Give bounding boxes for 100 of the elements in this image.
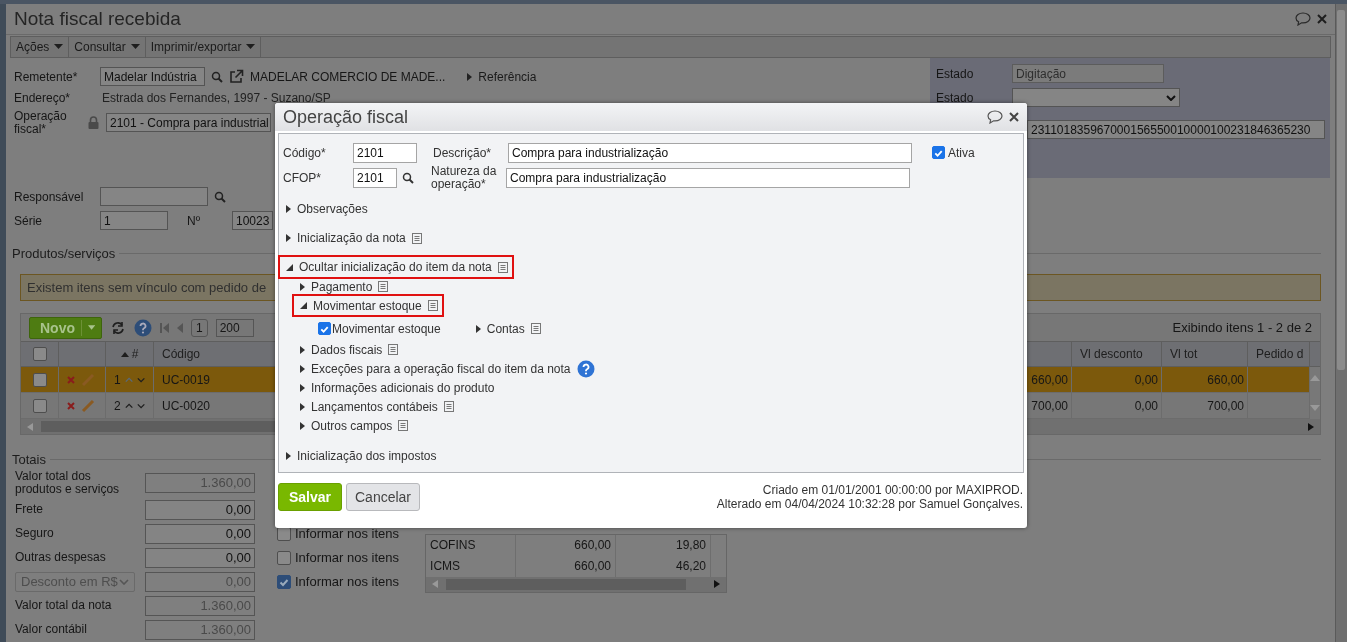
scroll-up-icon[interactable] [1310,375,1320,382]
section-toggle[interactable]: Contas [475,319,541,338]
access-key-field[interactable]: 231101835967000156550010000100231846365230 [1027,120,1325,140]
number-field[interactable]: 10023 [232,211,273,231]
search-icon[interactable] [402,171,414,184]
page-field[interactable]: 1 [191,318,208,337]
caret-right-icon [300,402,305,411]
sender-field[interactable]: Madelar Indústria [100,67,205,87]
field-label: Série [14,213,43,228]
field-label: Natureza da operação* [431,164,498,191]
field-label: Operação fiscal* [14,109,68,136]
column-header[interactable]: Pedido d [1248,341,1310,368]
section-toggle[interactable]: Inicialização dos impostos [286,446,437,466]
checkbox[interactable] [277,551,291,565]
chevron-up-icon[interactable] [124,402,133,409]
menu-button[interactable]: Consultar [69,37,146,57]
table-cell: 660,00 [516,535,617,556]
close-icon[interactable] [1317,14,1327,25]
series-field[interactable]: 1 [100,211,168,231]
field-label: Seguro [15,527,55,541]
scroll-left-icon[interactable] [27,422,33,431]
column-header[interactable]: Vl tot [1162,341,1248,368]
pagination-summary: Exibindo itens 1 - 2 de 2 [1172,320,1312,336]
field-label: Estado [936,66,975,81]
checkbox-label: Movimentar estoque [332,321,441,336]
column-header[interactable] [21,341,59,368]
operation-field[interactable]: 2101 - Compra para industrial [106,113,271,133]
section-toggle[interactable]: Movimentar estoque [294,296,442,315]
lock-icon [88,116,99,130]
description-field[interactable]: Compra para industrialização [508,142,912,163]
nature-field[interactable]: Compra para industrialização [506,167,910,188]
help-icon[interactable] [134,318,152,337]
column-title: # [131,347,139,362]
chat-icon[interactable] [987,110,1003,124]
field-label: Responsável [14,189,85,204]
responsible-field[interactable] [100,187,208,207]
state-select[interactable] [1012,88,1180,108]
checkbox[interactable] [277,575,291,589]
column-header[interactable]: # [106,341,154,368]
vertical-scrollbar[interactable] [1335,4,1347,642]
address-text: Estrada dos Fernandes, 1997 - Suzano/SP [102,90,331,105]
caret-icon [130,44,140,50]
state-field: Digitação [1012,64,1164,84]
row-number: 2 [114,398,121,413]
chevron-down-icon[interactable] [136,376,145,383]
chevron-down-icon[interactable] [136,402,145,409]
edit-icon[interactable] [81,398,95,413]
checkbox[interactable] [318,322,331,335]
scroll-right-icon[interactable] [1308,422,1314,431]
delete-icon[interactable] [67,401,75,410]
notes-icon [398,420,409,431]
column-header[interactable]: Vl desconto [1072,341,1162,368]
first-page-icon[interactable] [160,322,169,333]
caret-right-icon [300,345,305,354]
page-size-select[interactable]: 200 [215,318,254,337]
reference-toggle[interactable]: Referência [467,69,537,84]
section-toggle[interactable]: Observações [286,199,368,219]
external-link-icon[interactable] [229,69,244,85]
chevron-down-icon [119,579,129,585]
code-field[interactable]: 2101 [353,142,417,163]
delete-icon[interactable] [67,375,75,384]
menu-button[interactable]: Imprimir/exportar [145,37,262,57]
checkbox[interactable] [32,372,47,387]
amount-field[interactable]: 0,00 [145,500,255,520]
sender-name: MADELAR COMERCIO DE MADE... [250,69,446,84]
section-toggle[interactable]: Exceções para a operação fiscal do item da nota [300,359,595,378]
horizontal-scrollbar[interactable] [426,577,727,592]
caret-right-icon [300,282,305,291]
scroll-down-icon[interactable] [1310,405,1320,412]
section-toggle[interactable]: Inicialização da nota [286,228,422,248]
scroll-right-icon[interactable] [714,580,721,589]
section-toggle[interactable]: Ocultar inicialização do item da nota [280,257,512,277]
amount-field[interactable]: 0,00 [145,524,255,544]
field-label: Remetente* [14,69,79,84]
created-info: Criado em 01/01/2001 00:00:00 por MAXIPROD. [762,483,1023,497]
notes-icon [378,281,389,292]
cancel-button[interactable]: Cancelar [346,483,420,511]
scroll-left-icon[interactable] [432,580,439,589]
section-toggle[interactable]: Dados fiscais [300,340,399,359]
field-label: Valor total da nota [15,599,113,613]
menu-button[interactable]: Ações [11,37,70,57]
notes-icon [411,232,422,244]
table-cell[interactable] [21,367,59,394]
section-toggle[interactable]: Pagamento [300,277,389,296]
table-cell: 19,80 [616,535,712,556]
new-button[interactable]: Novo [29,316,102,339]
notes-icon [497,261,508,273]
checkbox[interactable] [932,146,945,159]
checkbox[interactable] [32,398,47,413]
chat-icon[interactable] [1295,12,1311,27]
section-toggle[interactable]: Lançamentos contábeis [300,397,454,416]
refresh-icon[interactable] [110,320,126,335]
previous-page-icon[interactable] [177,322,183,333]
close-icon[interactable] [1009,112,1019,122]
table-cell: 660,00 [1162,367,1248,394]
amount-field[interactable]: 0,00 [145,548,255,568]
table-cell [1248,367,1310,394]
table-cell: 0,00 [1072,367,1162,394]
cfop-field[interactable]: 2101 [353,167,397,188]
checkbox[interactable] [32,347,47,362]
